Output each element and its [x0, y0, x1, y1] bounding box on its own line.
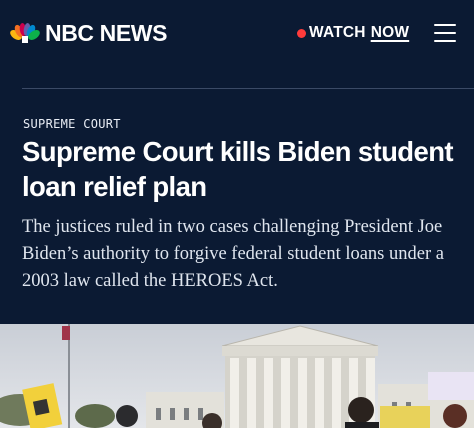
- header-divider: [22, 88, 474, 89]
- section-label[interactable]: SUPREME COURT: [23, 117, 121, 131]
- article-dek: The justices ruled in two cases challeng…: [22, 217, 444, 291]
- watch-label: WATCH: [309, 24, 366, 41]
- article-headline: Supreme Court kills Biden student loan r…: [22, 136, 454, 202]
- supreme-court-protest-image: [0, 324, 474, 428]
- article-hero-image: [0, 324, 474, 428]
- nbc-news-logo[interactable]: NBC NEWS: [10, 19, 167, 47]
- live-dot-icon: [297, 28, 306, 38]
- site-header: NBC NEWS WATCH NOW: [0, 0, 474, 66]
- watch-now-link[interactable]: WATCH NOW: [297, 24, 409, 42]
- now-label: NOW: [370, 24, 410, 41]
- hamburger-menu-icon[interactable]: [434, 24, 456, 42]
- brand-name: NBC NEWS: [45, 20, 168, 46]
- nbc-peacock-icon: [10, 23, 40, 43]
